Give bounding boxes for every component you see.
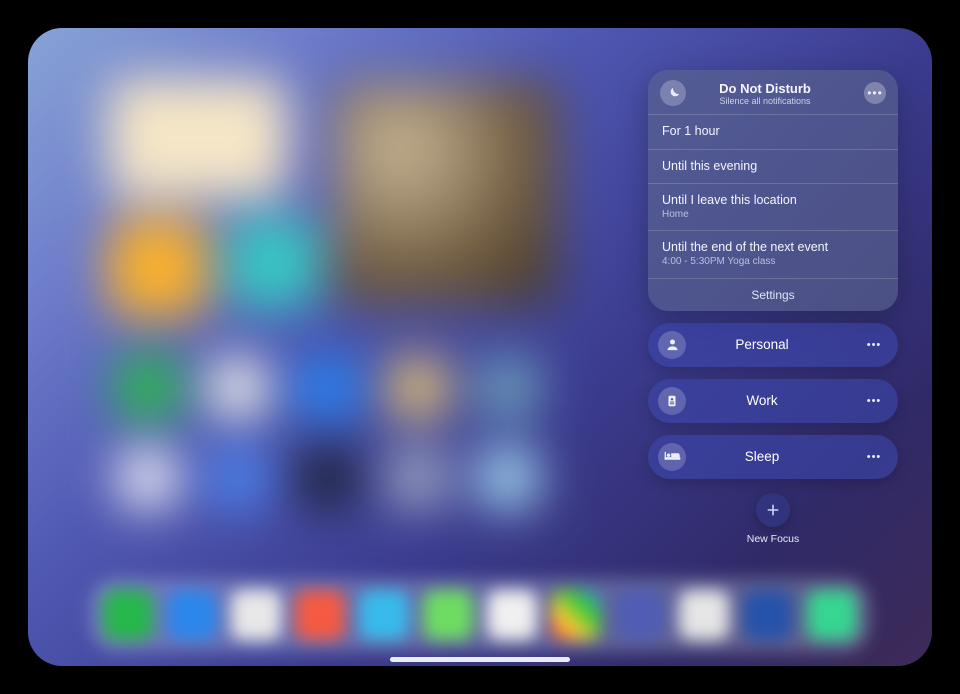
more-icon[interactable]: ••• xyxy=(864,82,886,104)
new-focus-button[interactable] xyxy=(756,493,790,527)
dnd-subtitle: Silence all notifications xyxy=(674,96,856,106)
dnd-option-next-event[interactable]: Until the end of the next event 4:00 - 5… xyxy=(648,230,898,277)
dnd-option-location[interactable]: Until I leave this location Home xyxy=(648,183,898,230)
focus-pill-label: Sleep xyxy=(662,449,862,464)
more-icon[interactable]: ••• xyxy=(862,445,886,469)
dnd-option-sublabel: Home xyxy=(662,209,884,222)
dnd-option-sublabel: 4:00 - 5:30PM Yoga class xyxy=(662,256,884,269)
focus-pill-personal[interactable]: Personal ••• xyxy=(648,323,898,367)
dnd-header[interactable]: Do Not Disturb Silence all notifications… xyxy=(648,70,898,114)
more-icon[interactable]: ••• xyxy=(862,389,886,413)
screen: Do Not Disturb Silence all notifications… xyxy=(28,28,932,666)
focus-pill-sleep[interactable]: Sleep ••• xyxy=(648,435,898,479)
focus-panel: Do Not Disturb Silence all notifications… xyxy=(648,70,898,545)
home-indicator[interactable] xyxy=(390,657,570,662)
new-focus: New Focus xyxy=(648,493,898,545)
dnd-option-1hour[interactable]: For 1 hour xyxy=(648,114,898,149)
dnd-header-text: Do Not Disturb Silence all notifications xyxy=(674,81,856,106)
new-focus-label: New Focus xyxy=(747,533,800,545)
dnd-option-label: Until this evening xyxy=(662,159,884,175)
focus-pill-label: Personal xyxy=(662,337,862,352)
dnd-title: Do Not Disturb xyxy=(674,81,856,96)
dock xyxy=(90,578,870,652)
focus-pill-label: Work xyxy=(662,393,862,408)
focus-pill-work[interactable]: Work ••• xyxy=(648,379,898,423)
dnd-option-label: Until I leave this location xyxy=(662,193,884,209)
dnd-settings-link[interactable]: Settings xyxy=(648,278,898,311)
dnd-option-evening[interactable]: Until this evening xyxy=(648,149,898,184)
dnd-option-label: For 1 hour xyxy=(662,124,884,140)
more-icon[interactable]: ••• xyxy=(862,333,886,357)
device-frame: Do Not Disturb Silence all notifications… xyxy=(0,0,960,694)
dnd-option-label: Until the end of the next event xyxy=(662,240,884,256)
dnd-card: Do Not Disturb Silence all notifications… xyxy=(648,70,898,311)
